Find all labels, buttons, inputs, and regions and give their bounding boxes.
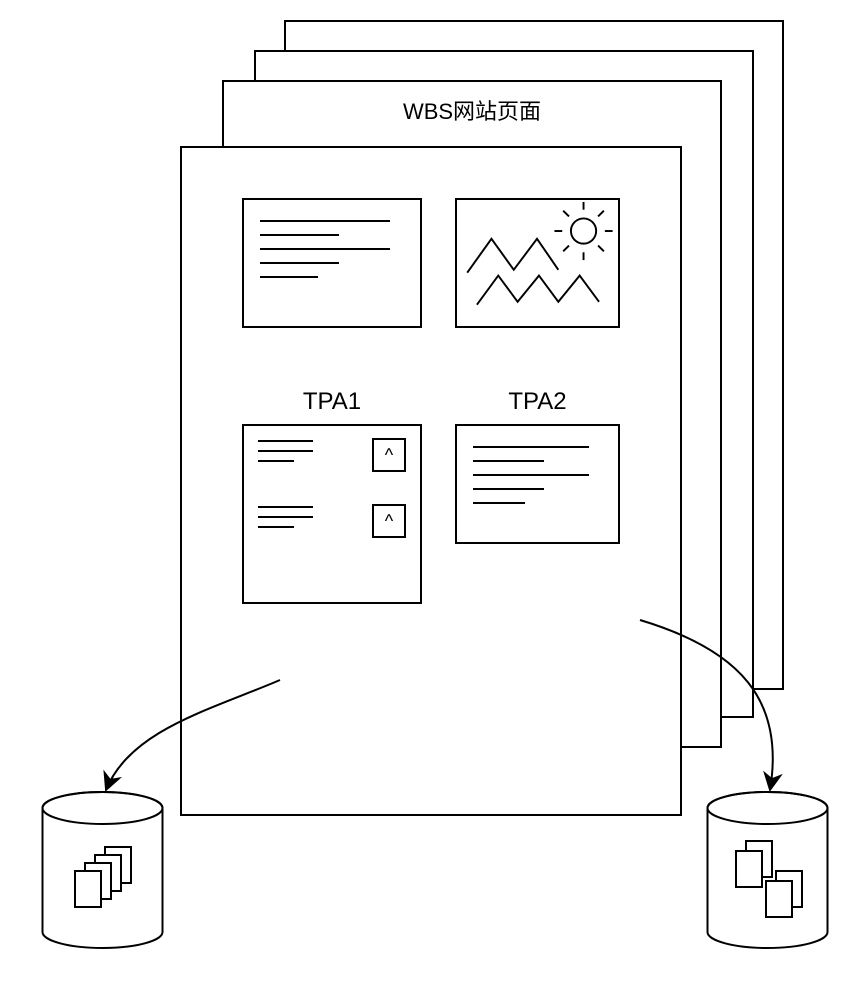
tpa2-label: TPA2 — [455, 388, 620, 416]
image-content-tile — [455, 198, 620, 328]
sun-mountains-icon — [457, 200, 618, 326]
page-frame-front: TPA1 TPA2 ^ ^ — [180, 146, 682, 816]
tpa2-tile — [455, 424, 620, 544]
database-right — [705, 790, 830, 950]
database-left — [40, 790, 165, 950]
diagram-canvas: WBS网站页面 — [0, 0, 864, 1000]
tpa1-label: TPA1 — [242, 388, 422, 416]
page-title-label: WBS网站页面 — [222, 94, 722, 126]
up-arrow-icon: ^ — [372, 438, 406, 472]
tpa1-lines-2-icon — [258, 506, 313, 536]
tpa2-lines-icon — [457, 426, 618, 504]
tpa1-tile: ^ ^ — [242, 424, 422, 604]
tpa1-lines-1-icon — [258, 440, 313, 470]
text-lines-icon — [244, 200, 420, 278]
up-arrow-icon: ^ — [372, 504, 406, 538]
text-content-tile — [242, 198, 422, 328]
